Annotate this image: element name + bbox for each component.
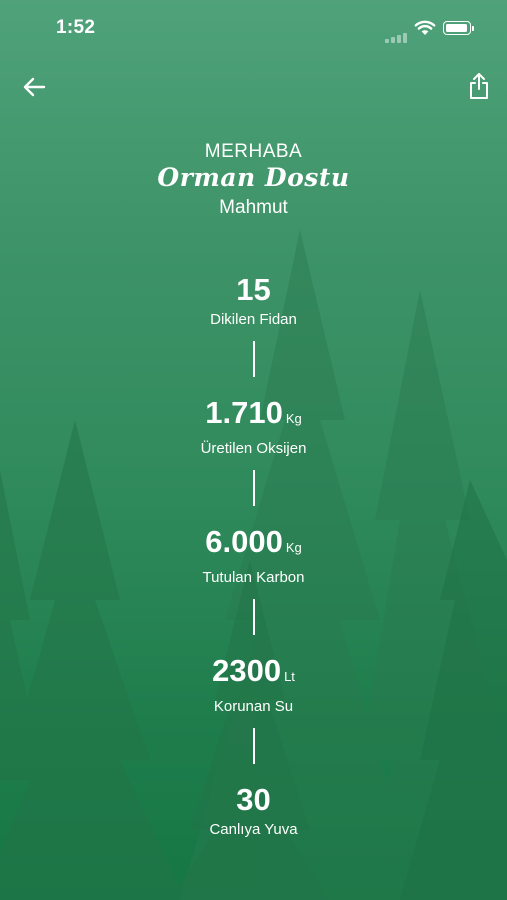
stat-label: Korunan Su	[213, 698, 294, 715]
arrow-left-icon	[23, 77, 46, 97]
wifi-icon	[414, 20, 436, 35]
impact-screen: 1:52 MERHABA Orman Dostu Mahmut 15 Dikil…	[0, 0, 507, 900]
stat-water: 2300 Lt Korunan Su	[0, 651, 507, 717]
status-bar: 1:52	[0, 0, 507, 56]
stat-label: Canlıya Yuva	[209, 821, 298, 838]
divider-line	[252, 599, 255, 635]
greeting-header: MERHABA Orman Dostu Mahmut	[0, 140, 507, 220]
user-name: Mahmut	[219, 197, 288, 218]
stat-carbon: 6.000 Kg Tutulan Karbon	[0, 522, 507, 588]
stat-oxygen: 1.710 Kg Üretilen Oksijen	[0, 393, 507, 459]
stat-value: 30	[236, 782, 271, 817]
stat-unit: Lt	[284, 669, 295, 684]
back-button[interactable]	[20, 72, 50, 102]
battery-icon	[443, 21, 474, 35]
divider-line	[252, 470, 255, 506]
stat-label: Tutulan Karbon	[202, 569, 305, 586]
stat-label: Üretilen Oksijen	[200, 440, 307, 457]
stat-value: 2300 Lt	[212, 653, 295, 688]
cellular-signal-icon	[385, 25, 409, 43]
divider-line	[252, 728, 255, 764]
status-time: 1:52	[56, 17, 96, 38]
stat-habitat: 30 Canlıya Yuva	[0, 780, 507, 840]
divider-line	[252, 341, 255, 377]
stat-saplings: 15 Dikilen Fidan	[0, 270, 507, 330]
share-icon	[470, 73, 488, 99]
title-text: Orman Dostu	[157, 163, 350, 192]
stat-value: 15	[236, 272, 271, 307]
stat-value: 1.710 Kg	[205, 395, 302, 430]
stat-unit: Kg	[285, 540, 302, 555]
stat-value: 6.000 Kg	[205, 524, 302, 559]
share-button[interactable]	[464, 70, 494, 102]
stat-label: Dikilen Fidan	[210, 311, 297, 328]
greeting-text: MERHABA	[204, 141, 303, 162]
impact-stats: 15 Dikilen Fidan 1.710 Kg Üretilen Oksije…	[0, 270, 507, 840]
stat-unit: Kg	[285, 411, 302, 426]
